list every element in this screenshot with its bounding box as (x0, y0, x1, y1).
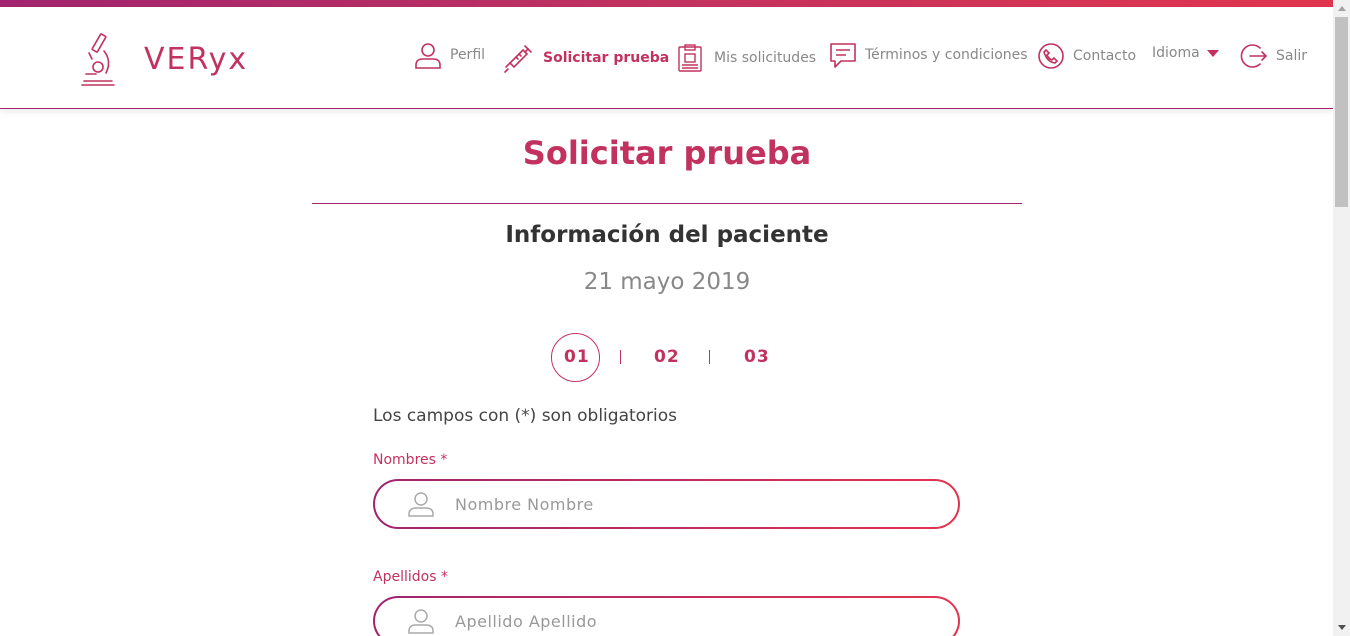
nav-profile-label: Perfil (450, 47, 486, 63)
brand-name: VERyx (144, 41, 249, 77)
required-note: Los campos con (*) son obligatorios (373, 406, 678, 426)
nav-profile[interactable]: Perfil (414, 41, 485, 69)
divider (312, 203, 1022, 204)
user-icon (415, 43, 441, 69)
scroll-down-arrow-icon[interactable] (1333, 619, 1350, 636)
logout-icon (1240, 44, 1268, 68)
step-separator (620, 350, 621, 364)
nav-request-test[interactable]: Solicitar prueba (503, 42, 669, 74)
clipboard-icon (678, 44, 702, 72)
scroll-up-arrow-icon[interactable] (1333, 0, 1350, 17)
caret-down-icon (1206, 50, 1219, 57)
syringe-icon (504, 45, 532, 73)
scrollbar[interactable] (1333, 0, 1350, 636)
first-name-input[interactable] (455, 494, 915, 514)
first-name-label: Nombres * (373, 452, 448, 468)
nav-contact[interactable]: Contacto (1037, 42, 1136, 70)
nav-contact-label: Contacto (1073, 48, 1137, 64)
page-title: Solicitar prueba (522, 134, 812, 172)
section-title: Información del paciente (505, 222, 829, 248)
step-2[interactable]: 02 (654, 347, 680, 367)
phone-icon (1038, 43, 1064, 69)
header: VERyx Perfil Solicitar prueba Mis solici… (0, 7, 1333, 109)
last-name-field[interactable] (373, 596, 960, 636)
step-1[interactable]: 01 (564, 347, 590, 367)
scroll-thumb[interactable] (1335, 17, 1348, 207)
logo[interactable]: VERyx (78, 31, 248, 87)
nav-request-test-label: Solicitar prueba (543, 50, 670, 66)
nav-language-label: Idioma (1152, 45, 1200, 61)
nav-terms[interactable]: Términos y condiciones (829, 41, 1028, 69)
user-icon (408, 609, 434, 634)
nav-my-requests[interactable]: Mis solicitudes (676, 43, 816, 73)
last-name-input[interactable] (455, 611, 915, 631)
top-accent-bar (0, 0, 1333, 7)
nav-logout[interactable]: Salir (1240, 42, 1307, 70)
step-separator (709, 350, 710, 364)
nav-language[interactable]: Idioma (1152, 45, 1220, 61)
user-icon (408, 492, 434, 517)
message-icon (830, 43, 856, 68)
step-3[interactable]: 03 (744, 347, 770, 367)
last-name-label: Apellidos * (373, 569, 448, 585)
microscope-icon (81, 33, 115, 86)
nav-my-requests-label: Mis solicitudes (714, 50, 817, 66)
first-name-field[interactable] (373, 479, 960, 529)
nav-terms-label: Términos y condiciones (865, 47, 1028, 63)
date: 21 mayo 2019 (583, 269, 751, 295)
nav-logout-label: Salir (1276, 48, 1308, 64)
